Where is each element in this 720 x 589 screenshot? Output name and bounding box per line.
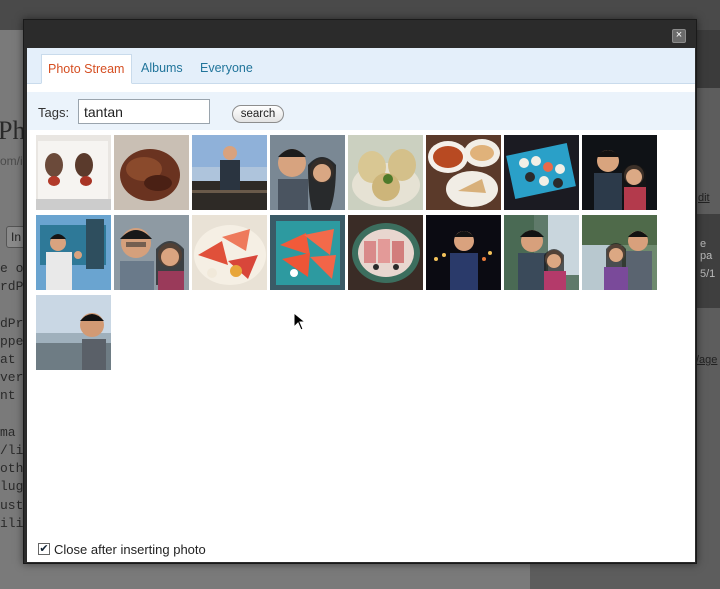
photo-picker-dialog: × Photo Stream Albums Everyone Tags: sea…	[23, 19, 697, 564]
photo-thumbnail[interactable]	[270, 215, 345, 290]
photo-thumbnail[interactable]	[36, 295, 111, 370]
search-button[interactable]: search	[232, 105, 284, 123]
tab-everyone[interactable]: Everyone	[194, 54, 259, 84]
photo-thumbnail[interactable]	[348, 135, 423, 210]
background-sidebar-text: e pa	[700, 238, 713, 262]
photo-thumbnail[interactable]	[504, 135, 579, 210]
mouse-cursor-icon	[293, 311, 307, 337]
background-sidebar-box: e pa 5/1	[696, 214, 720, 308]
background-title: Ph	[0, 116, 26, 145]
background-sidebar-date: 5/1	[700, 268, 716, 280]
background-path: om/i	[0, 154, 23, 168]
photo-thumbnail[interactable]	[114, 215, 189, 290]
photo-thumbnail[interactable]	[192, 215, 267, 290]
background-page-link: /age	[696, 354, 718, 366]
photo-thumbnail[interactable]	[582, 135, 657, 210]
close-button[interactable]: ×	[672, 29, 686, 43]
photo-thumbnail[interactable]	[426, 215, 501, 290]
tags-input[interactable]	[78, 99, 210, 124]
search-bar: Tags: search	[27, 92, 695, 130]
dialog-panel: Photo Stream Albums Everyone Tags: searc…	[27, 48, 695, 562]
tab-photo-stream[interactable]: Photo Stream	[41, 54, 132, 84]
photo-thumbnail[interactable]	[348, 215, 423, 290]
photo-thumbnail[interactable]	[114, 135, 189, 210]
close-after-insert-label: Close after inserting photo	[54, 542, 206, 557]
tab-bar: Photo Stream Albums Everyone	[27, 48, 695, 84]
photo-thumbnail[interactable]	[270, 135, 345, 210]
close-after-insert-checkbox[interactable]: ✔	[38, 543, 50, 555]
photo-thumbnail[interactable]	[504, 215, 579, 290]
photo-thumbnail[interactable]	[36, 135, 111, 210]
tab-albums[interactable]: Albums	[135, 54, 189, 84]
photo-thumbnail[interactable]	[192, 135, 267, 210]
background-edit-link: dit	[698, 192, 710, 204]
photo-thumbnail[interactable]	[582, 215, 657, 290]
photo-thumbnail[interactable]	[36, 215, 111, 290]
photo-thumbnail[interactable]	[426, 135, 501, 210]
tags-label: Tags:	[38, 105, 70, 120]
